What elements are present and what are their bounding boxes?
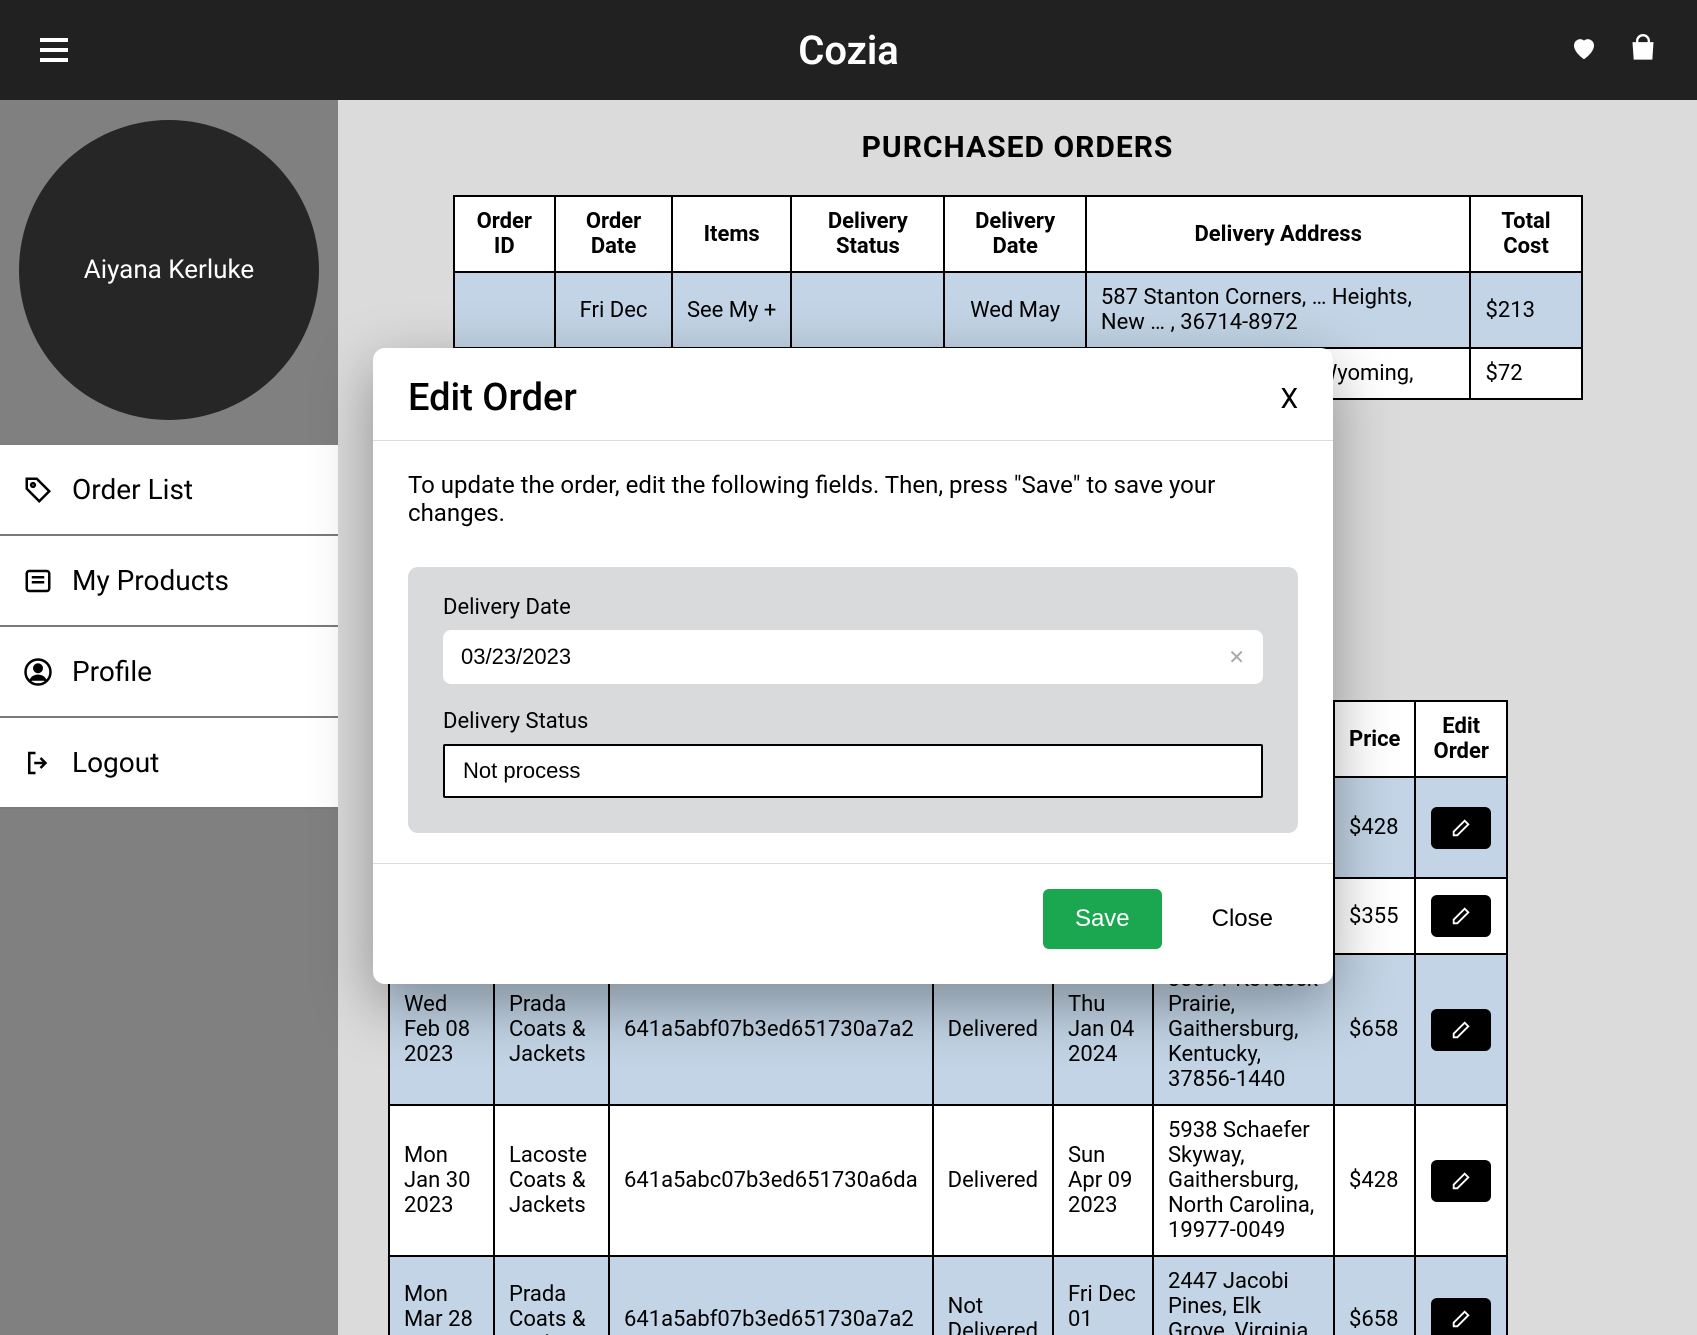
nav-label: Logout	[72, 746, 159, 779]
save-button[interactable]: Save	[1043, 889, 1162, 949]
tag-icon	[22, 474, 54, 506]
nav-label: Order List	[72, 473, 193, 506]
clear-date-icon[interactable]: ✕	[1228, 645, 1245, 669]
col-delivery-status: Delivery Status	[791, 196, 944, 272]
edit-order-button[interactable]	[1431, 807, 1491, 849]
sidebar-item-my-products[interactable]: My Products	[0, 536, 338, 627]
delivery-date-input[interactable]	[461, 644, 1228, 670]
sidebar-item-order-list[interactable]: Order List	[0, 445, 338, 536]
delivery-status-input[interactable]	[443, 744, 1263, 798]
col-delivery-date: Delivery Date	[944, 196, 1086, 272]
list-icon	[22, 565, 54, 597]
table-row: Mon Jan 30 2023 Lacoste Coats & Jackets …	[389, 1105, 1507, 1256]
user-name: Aiyana Kerluke	[84, 255, 254, 285]
col-order-date: Order Date	[555, 196, 672, 272]
user-avatar: Aiyana Kerluke	[19, 120, 319, 420]
user-icon	[22, 656, 54, 688]
edit-order-modal: Edit Order X To update the order, edit t…	[373, 348, 1333, 984]
sidebar-item-logout[interactable]: Logout	[0, 718, 338, 809]
header-icons	[1569, 33, 1657, 67]
col-order-id: Order ID	[454, 196, 556, 272]
table-row: Mon Mar 28 2022 Prada Coats & Jackets 64…	[389, 1256, 1507, 1335]
col-total-cost: Total Cost	[1470, 196, 1581, 272]
col-edit-order: Edit Order	[1415, 701, 1507, 777]
sidebar-item-profile[interactable]: Profile	[0, 627, 338, 718]
sidebar: Aiyana Kerluke Order List My Products	[0, 100, 338, 1335]
edit-order-button[interactable]	[1431, 1160, 1491, 1202]
table-row: Fri Dec See My + Wed May 587 Stanton Cor…	[454, 272, 1582, 348]
heart-icon[interactable]	[1569, 33, 1599, 67]
col-items: Items	[672, 196, 791, 272]
shopping-bag-icon[interactable]	[1629, 34, 1657, 66]
close-button[interactable]: Close	[1192, 889, 1293, 949]
modal-close-x[interactable]: X	[1280, 382, 1298, 415]
nav-label: My Products	[72, 564, 229, 597]
modal-title: Edit Order	[408, 376, 577, 420]
modal-description: To update the order, edit the following …	[408, 471, 1298, 527]
logout-icon	[22, 747, 54, 779]
hamburger-menu-icon[interactable]	[40, 38, 68, 62]
nav-label: Profile	[72, 655, 152, 688]
edit-order-button[interactable]	[1431, 1009, 1491, 1051]
edit-order-form: Delivery Date ✕ Delivery Status	[408, 567, 1298, 833]
brand-title: Cozia	[798, 27, 899, 74]
edit-order-button[interactable]	[1431, 1298, 1491, 1335]
purchased-orders-title: PURCHASED ORDERS	[388, 130, 1647, 165]
col-price: Price	[1334, 701, 1415, 777]
edit-order-button[interactable]	[1431, 895, 1491, 937]
delivery-date-field[interactable]: ✕	[443, 630, 1263, 684]
app-header: Cozia	[0, 0, 1697, 100]
col-delivery-address: Delivery Address	[1086, 196, 1471, 272]
delivery-status-label: Delivery Status	[443, 709, 1263, 734]
delivery-date-label: Delivery Date	[443, 595, 1263, 620]
